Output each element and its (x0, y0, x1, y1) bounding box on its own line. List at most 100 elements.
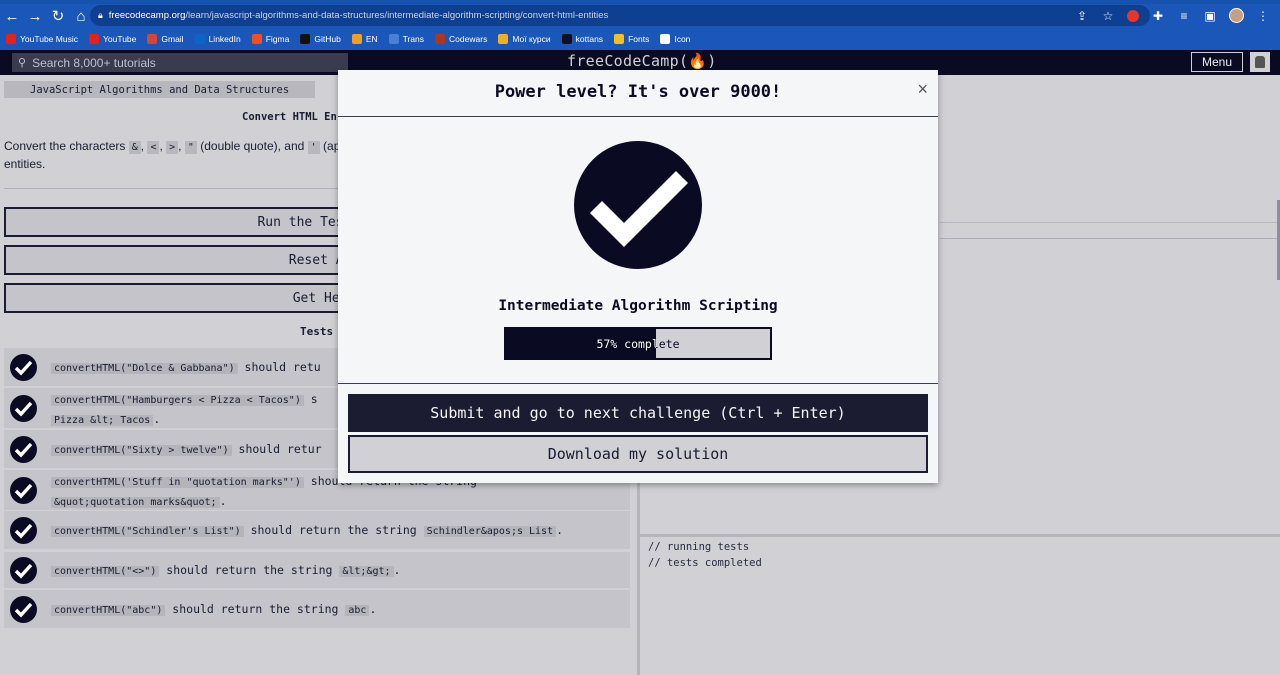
youtube-icon (88, 34, 99, 44)
tests-heading: Tests (300, 325, 334, 338)
bookmark-item[interactable]: kottans (561, 34, 604, 44)
console-divider[interactable] (640, 534, 1280, 537)
passed-check-icon (10, 476, 37, 504)
side-panel-icon[interactable]: ▣ (1203, 9, 1217, 23)
forward-icon[interactable]: → (24, 5, 46, 27)
bookmark-label: Мої курси (512, 34, 551, 44)
bookmark-item[interactable]: Мої курси (498, 34, 551, 44)
bookmark-star-icon[interactable]: ☆ (1101, 9, 1115, 23)
reload-icon[interactable]: ↻ (47, 5, 69, 27)
description-text: entities. (4, 157, 46, 171)
url-path: /learn/javascript-algorithms-and-data-st… (185, 10, 609, 21)
browser-chrome: ← → ↻ ⌂ 🔒︎ freecodecamp.org/learn/javasc… (0, 0, 1280, 50)
bookmark-item[interactable]: Figma (251, 34, 289, 44)
test-desc: . (153, 412, 161, 426)
bookmark-label: Icon (674, 34, 691, 44)
bookmark-label: Fonts (628, 34, 650, 44)
test-result-code: Schindler&apos;s List (423, 526, 557, 537)
search-input[interactable]: ⚲ Search 8,000+ tutorials (12, 53, 348, 72)
test-row: convertHTML("Schindler's List") should r… (4, 511, 630, 549)
media-icon[interactable]: ≡ (1177, 9, 1191, 23)
test-result-code: Pizza &lt; Tacos (51, 415, 154, 426)
test-desc: . (219, 494, 227, 508)
divider (338, 116, 938, 117)
translate-icon (351, 34, 362, 44)
console-output: // running tests // tests completed (648, 539, 762, 571)
address-row: ← → ↻ ⌂ 🔒︎ freecodecamp.org/learn/javasc… (0, 4, 1280, 28)
bookmark-item[interactable]: Icon (660, 34, 690, 44)
lock-icon: 🔒︎ (98, 10, 103, 20)
success-check-icon (574, 141, 702, 269)
progress-label-inverse: 57% complete (596, 336, 656, 351)
entity-code: & (128, 141, 141, 154)
test-code: convertHTML("Hamburgers < Pizza < Tacos"… (51, 395, 304, 406)
back-icon[interactable]: ← (1, 5, 23, 27)
bookmark-label: YouTube Music (20, 34, 78, 44)
test-code: convertHTML("<>") (51, 566, 160, 577)
console-line: // running tests (648, 541, 750, 553)
test-row: convertHTML("<>") should return the stri… (4, 552, 630, 588)
completion-modal: Power level? It's over 9000! × Intermedi… (338, 70, 938, 483)
bookmark-item[interactable]: EN (351, 34, 378, 44)
test-text: convertHTML("<>") should return the stri… (51, 561, 400, 581)
figma-icon (251, 34, 262, 44)
progress-bar: 57% complete 57% complete (504, 327, 772, 360)
close-icon[interactable]: × (917, 79, 928, 100)
passed-check-icon (10, 435, 37, 463)
download-solution-button[interactable]: Download my solution (348, 435, 928, 473)
passed-check-icon (10, 556, 37, 584)
bookmark-label: Gmail (161, 34, 184, 44)
test-text: convertHTML("Schindler's List") should r… (51, 521, 563, 541)
share-icon[interactable]: ⇪ (1075, 9, 1089, 23)
entity-code: < (147, 141, 160, 154)
test-text: convertHTML("Hamburgers < Pizza < Tacos"… (51, 390, 318, 430)
extension-opera-icon[interactable] (1127, 9, 1139, 22)
url-bar[interactable]: 🔒︎ freecodecamp.org/learn/javascript-alg… (90, 5, 1150, 26)
submit-next-button[interactable]: Submit and go to next challenge (Ctrl + … (348, 394, 928, 432)
search-placeholder: Search 8,000+ tutorials (32, 55, 156, 70)
test-text: convertHTML("Dolce & Gabbana") should re… (51, 358, 321, 378)
block-name: Intermediate Algorithm Scripting (498, 298, 778, 314)
test-result-code: &quot;quotation marks&quot; (51, 497, 220, 508)
bookmark-item[interactable]: LinkedIn (194, 34, 241, 44)
description-text: (double quote), and (200, 139, 305, 153)
bookmark-item[interactable]: Trans (388, 34, 425, 44)
fcc-logo[interactable]: freeCodeCamp(🔥) (567, 52, 717, 70)
test-code: convertHTML("Sixty > twelve") (51, 445, 232, 456)
breadcrumb[interactable]: JavaScript Algorithms and Data Structure… (4, 81, 316, 98)
url-domain: freecodecamp.org (108, 10, 186, 21)
bookmark-label: kottans (575, 34, 604, 44)
test-code: convertHTML("abc") (51, 605, 166, 616)
profile-avatar-icon[interactable] (1229, 8, 1244, 23)
test-row: convertHTML("abc") should return the str… (4, 590, 630, 628)
bookmark-item[interactable]: Gmail (147, 34, 184, 44)
divider (4, 188, 344, 189)
test-desc: . (393, 563, 401, 577)
courses-icon (498, 34, 509, 44)
challenge-title: Convert HTML En (242, 111, 337, 123)
bookmark-label: Trans (402, 34, 425, 44)
entity-code: " (184, 141, 197, 154)
bookmark-item[interactable]: Codewars (435, 34, 487, 44)
youtube-music-icon (6, 34, 16, 44)
gmail-icon (147, 34, 158, 44)
more-icon[interactable]: ⋮ (1256, 9, 1270, 23)
bookmark-item[interactable]: GitHub (300, 34, 341, 44)
menu-button[interactable]: Menu (1191, 52, 1243, 72)
test-desc: . (556, 523, 564, 537)
avatar-icon (1255, 56, 1265, 68)
bookmark-item[interactable]: Fonts (614, 34, 649, 44)
test-desc: should return the string (243, 523, 424, 537)
bookmark-label: GitHub (314, 34, 341, 44)
bookmark-item[interactable]: YouTube (88, 34, 136, 44)
test-code: convertHTML("Schindler's List") (51, 526, 244, 537)
home-icon[interactable]: ⌂ (70, 5, 92, 27)
test-desc: s (303, 392, 318, 406)
codewars-icon (435, 34, 446, 44)
test-desc: should retur (231, 442, 322, 456)
test-text: convertHTML("abc") should return the str… (51, 600, 376, 620)
fonts-icon (614, 34, 625, 44)
user-avatar[interactable] (1250, 52, 1270, 72)
extensions-icon[interactable]: ✚ (1151, 9, 1165, 23)
bookmark-item[interactable]: YouTube Music (6, 34, 78, 44)
